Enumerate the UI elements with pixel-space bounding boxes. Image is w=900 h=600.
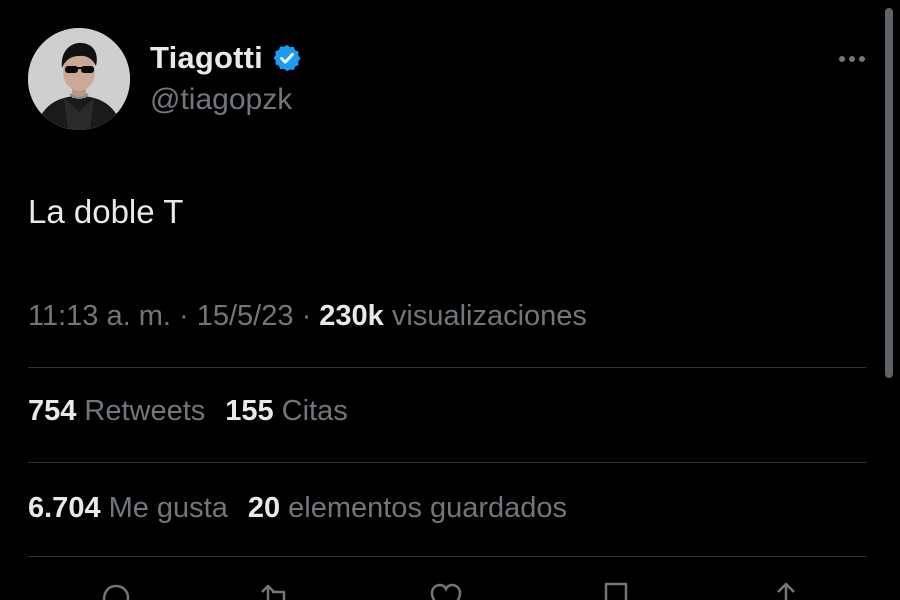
retweets-label: Retweets [84, 395, 206, 427]
tweet-time[interactable]: 11:13 a. m. [28, 300, 171, 332]
tweet-detail-page: Tiagotti @tiagopzk La doble T 11:13 a. m… [0, 0, 900, 600]
more-options-icon[interactable] [832, 44, 872, 74]
bookmarks-label: elementos guardados [288, 492, 568, 524]
retweets-stat[interactable]: 754 Retweets [28, 395, 205, 428]
dot [839, 56, 845, 62]
like-icon[interactable] [426, 578, 466, 600]
dot [859, 56, 865, 62]
share-icon[interactable] [766, 578, 806, 600]
bookmarks-stat[interactable]: 20 elementos guardados [248, 492, 567, 525]
meta-separator: · [301, 300, 312, 332]
views-count: 230k [319, 300, 384, 332]
likes-label: Me gusta [108, 492, 228, 524]
tweet-text: La doble T [28, 193, 184, 230]
author-name-text: Tiagotti [150, 40, 263, 75]
verified-badge-icon [272, 43, 302, 73]
likes-count: 6.704 [28, 492, 101, 524]
reply-icon[interactable] [96, 578, 136, 600]
stats-row-engagement: 6.704 Me gusta 20 elementos guardados [28, 492, 567, 525]
tweet-meta: 11:13 a. m. · 15/5/23 · 230k visualizaci… [28, 300, 587, 333]
author-handle[interactable]: @tiagopzk [150, 83, 292, 117]
dot [849, 56, 855, 62]
retweets-count: 754 [28, 395, 77, 427]
action-bar [0, 578, 900, 600]
divider [28, 462, 866, 463]
meta-separator: · [179, 300, 189, 332]
divider [28, 367, 866, 368]
tweet-date[interactable]: 15/5/23 [197, 300, 294, 332]
quotes-label: Citas [281, 395, 348, 427]
views-label: visualizaciones [391, 300, 587, 332]
quotes-stat[interactable]: 155 Citas [225, 395, 347, 428]
bookmark-icon[interactable] [596, 578, 636, 600]
likes-stat[interactable]: 6.704 Me gusta [28, 492, 228, 525]
avatar-photo [28, 28, 130, 130]
stats-row-shares: 754 Retweets 155 Citas [28, 395, 348, 428]
scrollbar[interactable] [885, 8, 893, 378]
avatar[interactable] [28, 28, 130, 130]
author-display-name[interactable]: Tiagotti [150, 40, 302, 76]
divider [28, 556, 866, 557]
quotes-count: 155 [225, 395, 274, 427]
bookmarks-count: 20 [247, 492, 281, 524]
retweet-icon[interactable] [256, 578, 296, 600]
